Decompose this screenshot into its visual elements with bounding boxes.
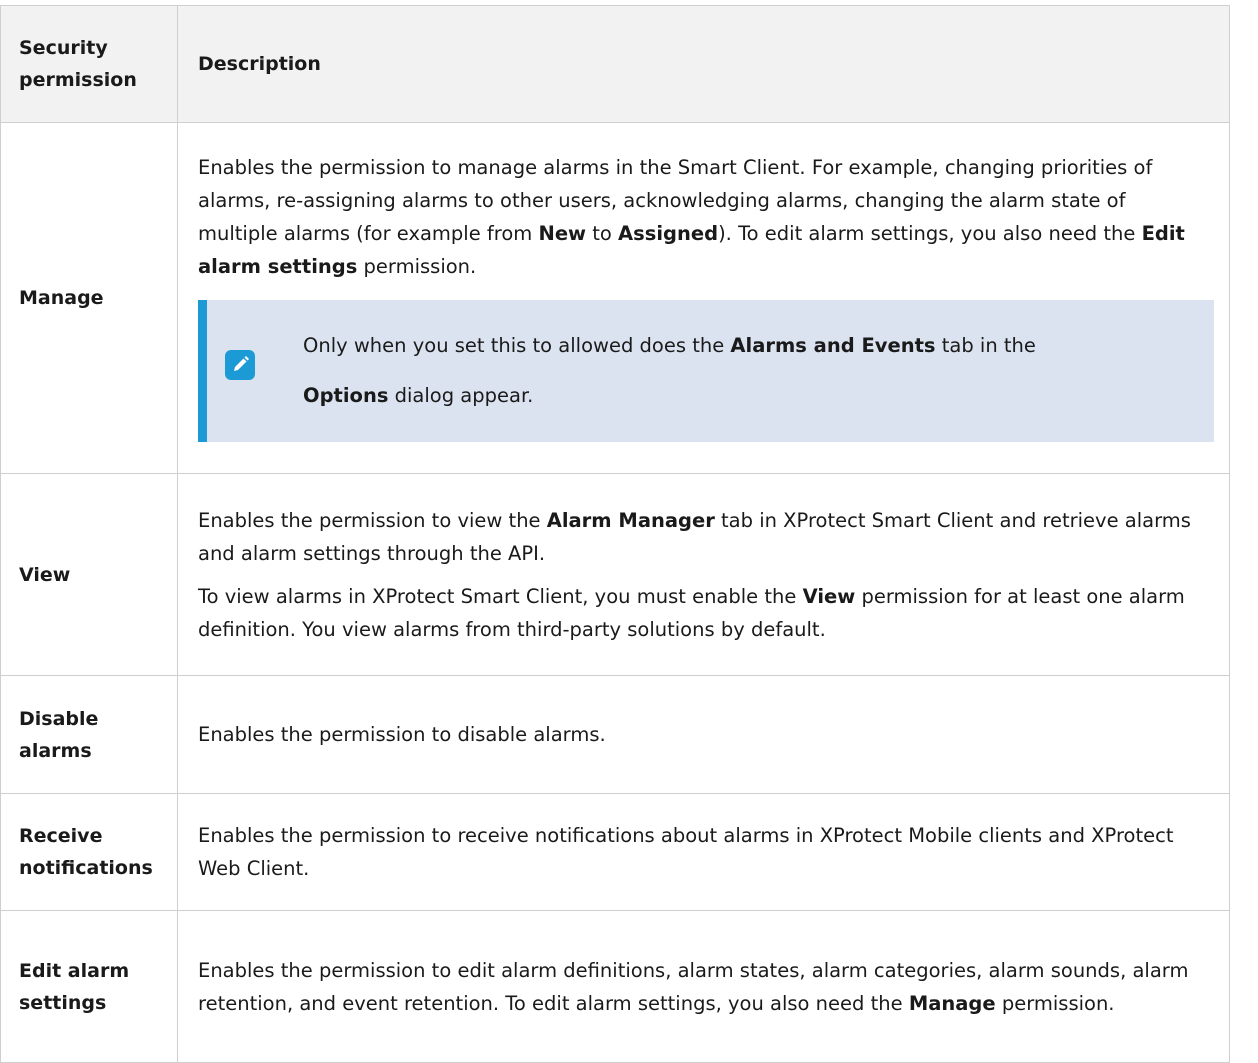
description-text: Enables the permission to view the Alarm… [198, 508, 1191, 565]
description-receive-notifications: Enables the permission to receive notifi… [177, 793, 1230, 911]
pencil-icon [225, 349, 255, 380]
description-manage: Enables the permission to manage alarms … [177, 122, 1230, 474]
description-edit-alarm-settings: Enables the permission to edit alarm def… [177, 910, 1230, 1063]
table-row: Edit alarm settings Enables the permissi… [0, 910, 1230, 1063]
description-text: To view alarms in XProtect Smart Client,… [198, 584, 1185, 641]
table-row: View Enables the permission to view the … [0, 473, 1230, 676]
permission-manage: Manage [0, 122, 178, 474]
note-callout: Only when you set this to allowed does t… [198, 299, 1214, 442]
table-row: Receive notifications Enables the permis… [0, 793, 1230, 911]
security-permissions-table: Security permission Description Manage E… [0, 5, 1230, 1063]
description-disable-alarms: Enables the permission to disable alarms… [177, 675, 1230, 794]
note-text: Only when you set this to allowed does t… [303, 333, 1036, 407]
table-header-row: Security permission Description [0, 5, 1230, 123]
permission-disable-alarms: Disable alarms [0, 675, 178, 794]
table-row: Disable alarms Enables the permission to… [0, 675, 1230, 794]
description-text: Enables the permission to edit alarm def… [198, 958, 1189, 1015]
description-text: Enables the permission to manage alarms … [198, 155, 1185, 278]
permission-receive-notifications: Receive notifications [0, 793, 178, 911]
description-view: Enables the permission to view the Alarm… [177, 473, 1230, 676]
header-security-permission: Security permission [0, 5, 178, 123]
permission-edit-alarm-settings: Edit alarm settings [0, 910, 178, 1063]
table-row: Manage Enables the permission to manage … [0, 122, 1230, 474]
header-description: Description [177, 5, 1230, 123]
permission-view: View [0, 473, 178, 676]
